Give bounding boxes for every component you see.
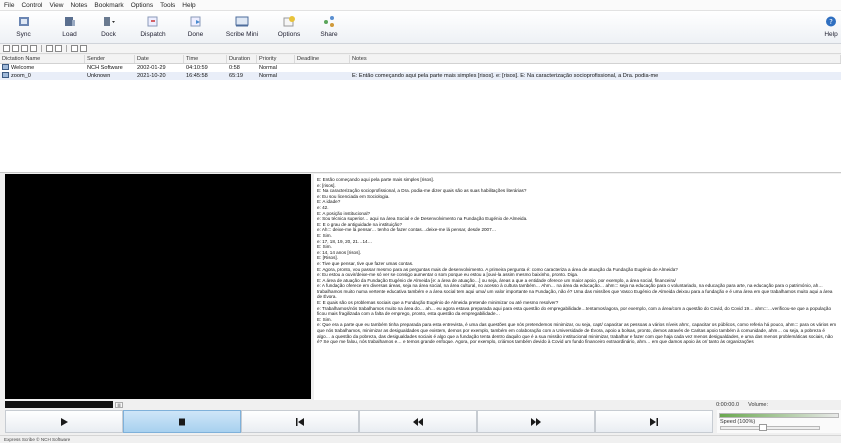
fast-forward-icon <box>531 417 541 426</box>
seek-row: ||| 0:00:00.0 Volume: <box>5 400 841 409</box>
rewind-icon <box>413 417 423 426</box>
options-button[interactable]: Options <box>271 13 307 38</box>
dictation-list: Dictation Name Sender Date Time Duration… <box>0 55 841 173</box>
play-button[interactable] <box>5 410 123 433</box>
rewind-button[interactable] <box>359 410 477 433</box>
play-icon <box>61 417 68 426</box>
menu-options[interactable]: Options <box>131 2 153 9</box>
table-row[interactable]: Welcome NCH Software 2002-01-29 04:10:59… <box>0 64 841 72</box>
list-header: Dictation Name Sender Date Time Duration… <box>0 55 841 64</box>
speed-slider[interactable] <box>720 426 820 430</box>
load-button[interactable]: Load <box>51 13 88 38</box>
menu-help[interactable]: Help <box>182 2 195 9</box>
share-button[interactable]: Share <box>312 13 346 38</box>
column-duration[interactable]: Duration <box>227 55 257 63</box>
skip-start-icon <box>296 417 304 426</box>
sync-button[interactable]: Sync <box>5 13 42 38</box>
svg-text:?: ? <box>829 18 833 26</box>
volume-label: Volume: <box>748 401 768 408</box>
menu-bar: File Control View Notes Bookmark Options… <box>0 0 841 11</box>
column-dictation-name[interactable]: Dictation Name <box>0 55 85 63</box>
column-sender[interactable]: Sender <box>85 55 135 63</box>
toolbar: Sync Load Dock Dispatch Done Scribe Mini… <box>0 11 841 44</box>
microphone-icon[interactable] <box>71 45 78 52</box>
grid-view-icon[interactable] <box>55 45 62 52</box>
video-pane <box>5 174 311 399</box>
transcript-line: e: Que era a parte que eu também tinha p… <box>317 322 837 345</box>
dispatch-button[interactable]: Dispatch <box>133 13 173 38</box>
transcript-line: e: Trabalhamos/nós trabalhamos muito na … <box>317 305 832 317</box>
menu-file[interactable]: File <box>4 2 14 9</box>
transcript-line: e: A fundação oferece em diversas áreas,… <box>317 283 833 300</box>
dispatch-icon <box>146 15 160 28</box>
delete-icon[interactable] <box>30 45 37 52</box>
dock-button[interactable]: Dock <box>90 13 127 38</box>
load-icon <box>63 15 77 28</box>
divider <box>41 45 42 52</box>
dictation-icon <box>2 72 9 78</box>
column-time[interactable]: Time <box>184 55 227 63</box>
speed-label: Speed (100%) <box>720 419 756 425</box>
status-bar: Express Scribe © NCH Software <box>0 435 841 443</box>
done-button[interactable]: Done <box>177 13 214 38</box>
menu-notes[interactable]: Notes <box>70 2 87 9</box>
list-toolbar <box>0 44 841 54</box>
menu-control[interactable]: Control <box>21 2 42 9</box>
column-priority[interactable]: Priority <box>257 55 295 63</box>
scribe-mini-icon <box>235 15 249 28</box>
column-deadline[interactable]: Deadline <box>295 55 350 63</box>
dictation-icon <box>2 64 9 70</box>
seek-bar[interactable] <box>5 401 113 408</box>
sync-icon <box>17 15 31 28</box>
playback-controls <box>5 410 713 433</box>
options-icon <box>282 15 296 28</box>
share-icon <box>322 15 336 28</box>
menu-tools[interactable]: Tools <box>160 2 175 9</box>
done-icon <box>189 15 203 28</box>
column-notes[interactable]: Notes <box>350 55 841 63</box>
save-icon[interactable] <box>12 45 19 52</box>
skip-to-start-button[interactable] <box>241 410 359 433</box>
dock-icon <box>102 15 116 28</box>
stop-button[interactable] <box>123 410 241 433</box>
divider <box>66 45 67 52</box>
fast-forward-button[interactable] <box>477 410 595 433</box>
stop-icon <box>179 418 185 425</box>
transcript-editor[interactable]: E: Então começando aqui pela parte mais … <box>314 174 841 400</box>
table-row[interactable]: zoom_0 Unknown 2021-10-20 16:45:58 65:19… <box>0 72 841 80</box>
help-button[interactable]: ? Help <box>824 13 838 38</box>
window-icon[interactable] <box>21 45 28 52</box>
list-view-icon[interactable] <box>46 45 53 52</box>
seek-thumb[interactable]: ||| <box>115 401 123 408</box>
menu-bookmark[interactable]: Bookmark <box>94 2 123 9</box>
menu-view[interactable]: View <box>49 2 63 9</box>
scribe-mini-button[interactable]: Scribe Mini <box>220 13 264 38</box>
folder-icon[interactable] <box>3 45 10 52</box>
volume-speed-panel: Speed (100%) <box>717 410 841 433</box>
skip-to-end-button[interactable] <box>595 410 713 433</box>
device-icon[interactable] <box>80 45 87 52</box>
speed-thumb[interactable] <box>759 424 767 431</box>
skip-end-icon <box>650 417 658 426</box>
volume-slider[interactable] <box>719 413 839 418</box>
help-icon: ? <box>824 15 838 28</box>
column-date[interactable]: Date <box>135 55 184 63</box>
timecode: 0:00:00.0 <box>716 401 739 408</box>
